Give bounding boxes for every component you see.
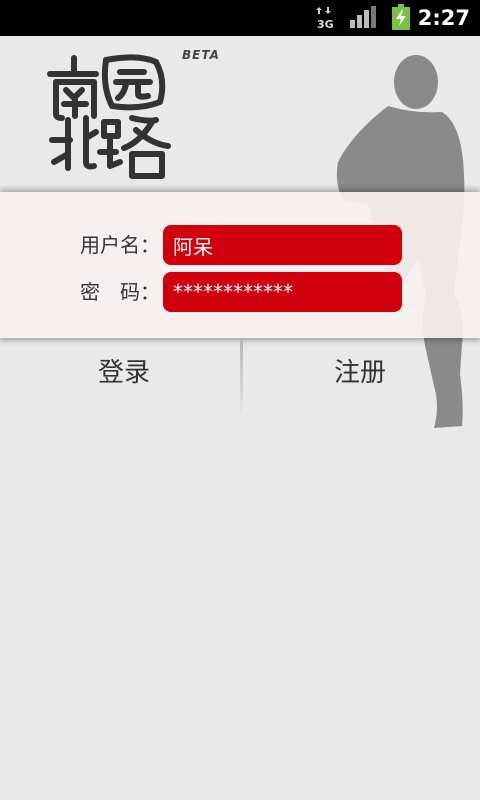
clock-time: 2:27 xyxy=(417,6,470,30)
battery-charging-icon xyxy=(392,4,410,30)
register-button[interactable]: 注册 xyxy=(240,338,480,408)
username-label: 用户名： xyxy=(80,233,160,257)
status-bar: 3G 2:27 xyxy=(0,0,480,36)
svg-text:3G: 3G xyxy=(317,18,334,30)
app-logo xyxy=(47,54,171,179)
username-field[interactable] xyxy=(163,225,402,265)
signal-strength-icon xyxy=(350,6,376,28)
password-label: 密 码： xyxy=(80,280,160,304)
login-panel: 用户名： 密 码： xyxy=(0,192,480,338)
password-field[interactable] xyxy=(163,272,402,312)
password-row: 密 码： xyxy=(0,272,480,312)
beta-badge: BETA xyxy=(182,48,220,62)
username-row: 用户名： xyxy=(0,225,480,265)
3g-data-icon: 3G xyxy=(316,7,334,30)
login-button[interactable]: 登录 xyxy=(4,338,244,408)
